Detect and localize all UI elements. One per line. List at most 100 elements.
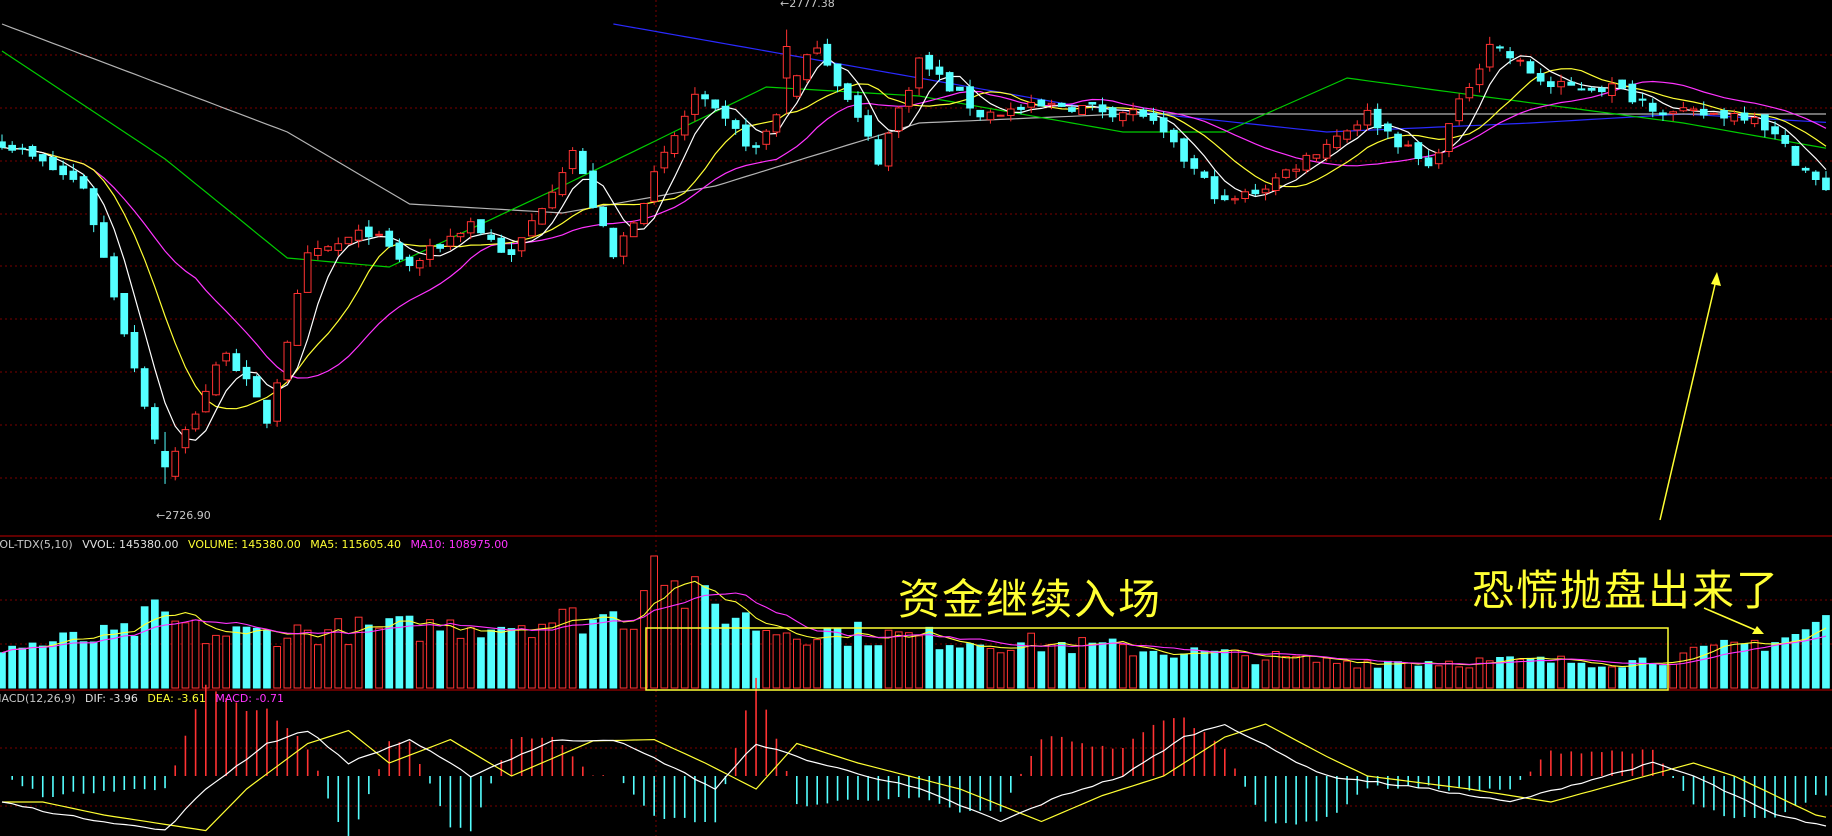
candle-up [986, 111, 995, 121]
volume-bar-up [293, 624, 302, 689]
volume-bar-down [1170, 657, 1178, 689]
macd-dif-value: DIF: -3.96 [85, 692, 138, 705]
volume-bar-down [1068, 653, 1076, 689]
volume-bar-down [130, 635, 139, 689]
candle-up [1312, 154, 1321, 159]
volume-bar-up [415, 640, 424, 689]
volume-bar-up [344, 644, 353, 689]
candle-up [1730, 113, 1739, 122]
volume-indicator-header: VOL-TDX(5,10) VVOL: 145380.00 VOLUME: 14… [0, 538, 514, 551]
volume-bar-down [18, 647, 27, 689]
candle-up [1343, 130, 1351, 140]
candle-down [1628, 83, 1637, 103]
volume-bar-down [0, 652, 6, 689]
stock-chart [0, 0, 1832, 836]
candle-down [1159, 117, 1168, 133]
candle-down [966, 86, 974, 109]
macd-indicator-header: MACD(12,26,9) DIF: -3.96 DEA: -3.61 MACD… [0, 692, 290, 705]
volume-bar-down [1771, 642, 1779, 689]
candle-down [1170, 129, 1178, 143]
candle-down [507, 249, 516, 255]
arrow-head-icon [1711, 272, 1721, 286]
candle-down [1699, 108, 1708, 116]
volume-bar-down [487, 629, 495, 689]
volume-bar-up [212, 634, 220, 689]
candle-down [0, 141, 6, 148]
candle-up [894, 107, 903, 132]
candle-down [477, 219, 485, 234]
volume-bar-down [1384, 660, 1392, 689]
volume-bar-down [1547, 662, 1555, 689]
volume-bar-up [1669, 663, 1678, 689]
candle-up [1485, 43, 1494, 68]
volume-bar-down [579, 633, 587, 689]
volume-bar-down [925, 626, 934, 689]
volume-bar-up [996, 652, 1005, 689]
candle-down [1384, 123, 1392, 132]
candle-down [1659, 112, 1667, 116]
volume-bar-down [1648, 663, 1657, 689]
price-high-label: ←2777.38 [780, 0, 835, 10]
candle-down [161, 451, 169, 468]
volume-bar-up [915, 635, 923, 689]
volume-bar-down [833, 628, 842, 689]
volume-bar-up [558, 608, 567, 689]
macd-lines [1, 723, 1827, 832]
volume-bar-down [497, 626, 506, 689]
candle-down [1394, 133, 1402, 148]
volume-bar-down [49, 641, 57, 689]
candle-down [436, 244, 444, 249]
candle-up [670, 135, 679, 155]
volume-bar-down [1638, 657, 1647, 689]
volume-bar-up [986, 648, 995, 689]
candle-down [120, 293, 129, 335]
candle-up [1241, 191, 1250, 200]
candle-up [201, 390, 210, 413]
annotation-overlay [645, 272, 1764, 691]
candle-up [1231, 198, 1239, 201]
candle-up [1455, 98, 1464, 122]
volume-bar-down [365, 624, 373, 689]
volume-bar-up [354, 616, 363, 689]
volume-bar-up [456, 637, 465, 689]
candle-down [365, 226, 373, 238]
candle-up [691, 93, 699, 115]
volume-bar-down [843, 645, 852, 689]
annotation-panic: 恐慌抛盘出来了 [1472, 566, 1781, 615]
volume-bar-up [283, 637, 292, 689]
candle-up [1353, 124, 1362, 131]
volume-bar-up [1404, 662, 1413, 689]
candle-up [1078, 105, 1087, 115]
annotation-funds: 资金继续入场 [898, 575, 1163, 624]
volume-bar-down [1149, 650, 1158, 689]
candle-down [599, 206, 607, 227]
candle-down [497, 237, 506, 253]
price-low-label: ←2726.90 [156, 509, 211, 522]
candle-up [640, 203, 648, 225]
candle-down [1424, 157, 1433, 167]
volume-bar-down [28, 642, 37, 689]
candle-up [996, 114, 1005, 117]
candle-down [1210, 176, 1219, 200]
volume-bar-down [1098, 642, 1107, 689]
volume-bar-down [1220, 649, 1229, 689]
candle-up [466, 221, 475, 234]
volume-bar-up [1689, 646, 1698, 689]
candle-down [140, 368, 149, 407]
volume-bar-up [1292, 655, 1301, 689]
candle-down [1251, 189, 1260, 195]
candle-down [28, 146, 37, 157]
candle-up [915, 57, 923, 89]
volume-bar-up [181, 622, 190, 689]
volume-bar-down [8, 645, 16, 689]
candle-up [1129, 109, 1137, 116]
candle-down [1108, 107, 1117, 118]
volume-bar-down [956, 647, 964, 689]
candle-up [1271, 177, 1280, 191]
ma10-line [1, 68, 1827, 410]
candle-down [69, 170, 78, 180]
volume-bar-down [742, 612, 750, 689]
candle-up [1333, 135, 1341, 149]
candle-up [619, 235, 628, 257]
volume-bar-up [273, 646, 281, 689]
